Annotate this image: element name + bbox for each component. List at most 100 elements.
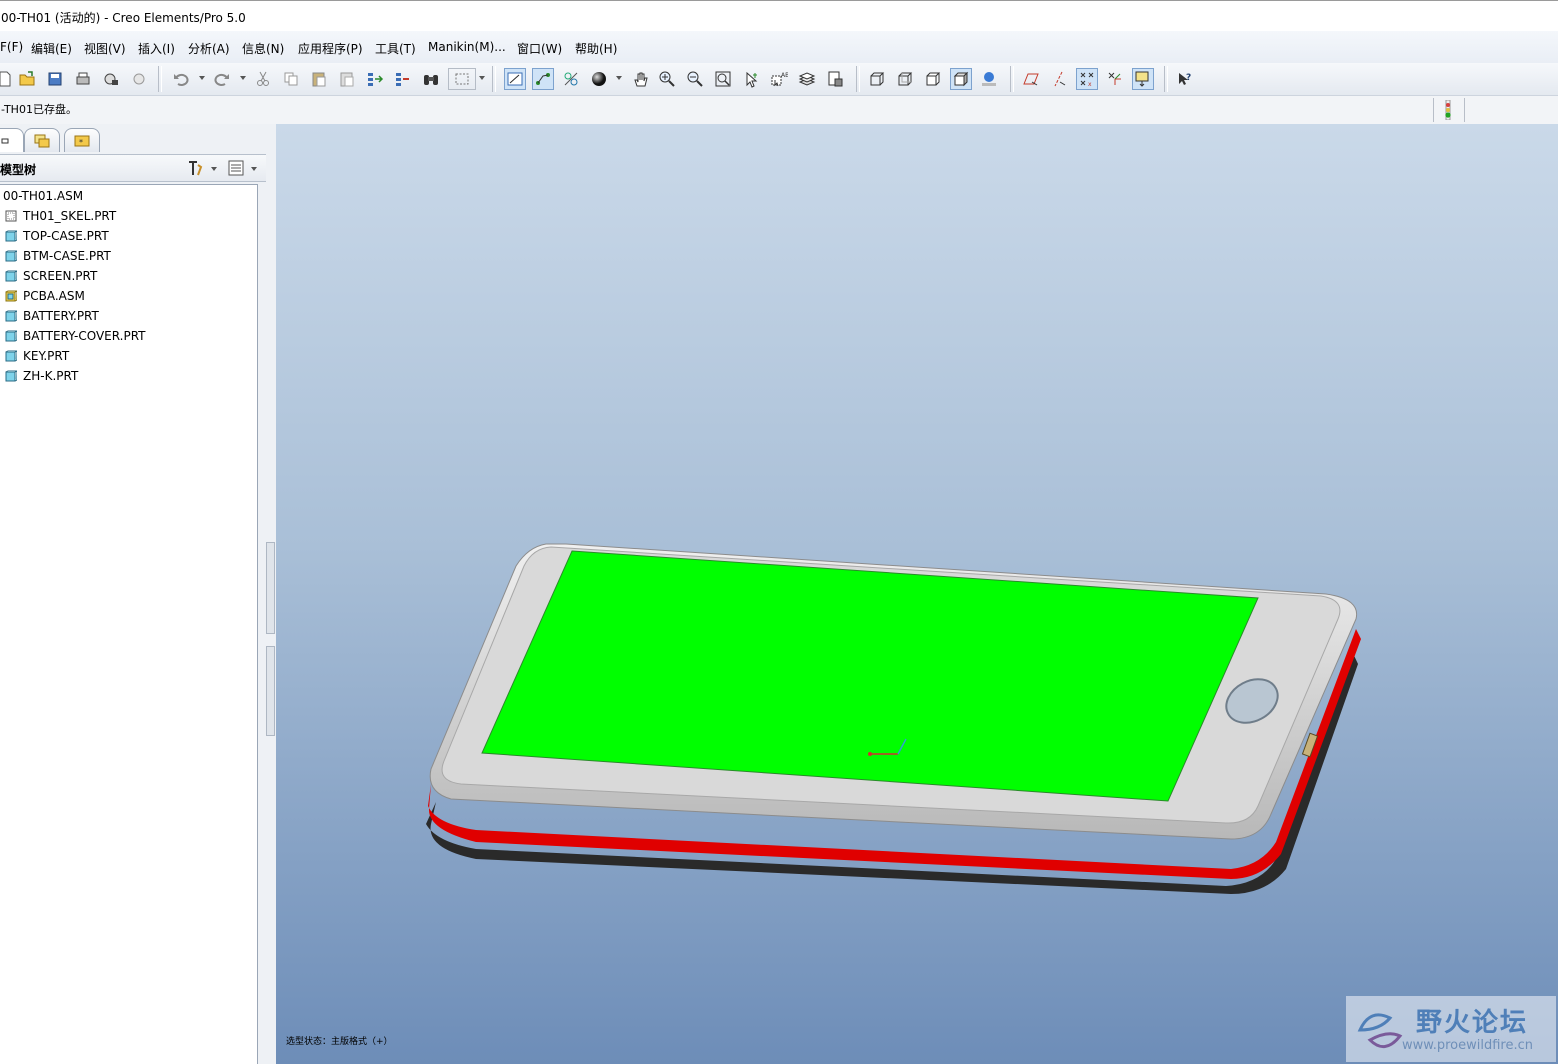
forum-logo-icon (1357, 1013, 1403, 1048)
watermark-title: 野火论坛 (1416, 1008, 1529, 1038)
svg-text:?: ? (1186, 73, 1191, 83)
tree-settings-icon[interactable] (186, 159, 208, 177)
svg-text:AB: AB (781, 72, 788, 79)
watermark-url: www.proewildfire.cn (1402, 1038, 1533, 1053)
datum-curve-icon[interactable] (532, 68, 554, 90)
layers-icon[interactable] (796, 68, 818, 90)
hidden-line-icon[interactable] (894, 68, 916, 90)
undo-icon[interactable] (170, 68, 192, 90)
tab-folder-browser[interactable] (24, 128, 60, 152)
email-attach-icon[interactable] (128, 68, 150, 90)
part-icon (5, 370, 17, 382)
datum-display-icon[interactable] (560, 68, 582, 90)
menu-edit[interactable]: 编辑(E) (31, 40, 72, 57)
model-tree-title: 模型树 (0, 163, 37, 177)
no-hidden-icon[interactable] (922, 68, 944, 90)
model-view (426, 543, 1361, 894)
paste-special-icon[interactable] (336, 68, 358, 90)
navigator-tabs: * (0, 124, 276, 154)
part-icon (5, 270, 17, 282)
regenerate-manager-icon[interactable] (392, 68, 414, 90)
folder-stack-icon (34, 134, 50, 147)
shading-sphere-icon[interactable] (588, 68, 610, 90)
tree-item[interactable]: KEY.PRT (0, 346, 256, 366)
menu-applications[interactable]: 应用程序(P) (298, 40, 363, 57)
part-icon (5, 250, 17, 262)
email-lock-icon[interactable] (100, 68, 122, 90)
copy-icon[interactable] (280, 68, 302, 90)
menu-help[interactable]: 帮助(H) (575, 40, 617, 57)
view-manager-icon[interactable] (824, 68, 846, 90)
assembly-icon (5, 290, 17, 302)
context-help-icon[interactable]: ? (1174, 68, 1196, 90)
paste-icon[interactable] (308, 68, 330, 90)
menu-analysis[interactable]: 分析(A) (188, 40, 230, 57)
reorient-icon[interactable] (740, 68, 762, 90)
title-bar: 00-TH01 (活动的) - Creo Elements/Pro 5.0 (0, 0, 1558, 31)
menu-manikin[interactable]: Manikin(M)... (428, 40, 506, 54)
tree-item[interactable]: BTM-CASE.PRT (0, 246, 256, 266)
part-icon (5, 230, 17, 242)
navigator-sash-lower[interactable] (266, 646, 275, 736)
part-icon (5, 350, 17, 362)
tree-item-label: TOP-CASE.PRT (23, 229, 109, 243)
selection-filter-icon[interactable] (448, 68, 476, 90)
annotation-display-icon[interactable] (1132, 68, 1154, 90)
tab-favorites[interactable]: * (64, 128, 100, 152)
regeneration-status-icon[interactable] (1442, 99, 1454, 121)
tab-model-tree[interactable] (0, 128, 24, 152)
csys-display-icon[interactable] (1104, 68, 1126, 90)
save-icon[interactable] (44, 68, 66, 90)
model-tree-header: 模型树 (0, 154, 266, 182)
tree-item[interactable]: TH01_SKEL.PRT (0, 206, 256, 226)
find-binoculars-icon[interactable] (420, 68, 442, 90)
tree-item[interactable]: PCBA.ASM (0, 286, 256, 306)
tree-columns-icon[interactable] (227, 159, 249, 177)
shading-icon[interactable] (950, 68, 972, 90)
datum-plane-icon[interactable] (1020, 68, 1042, 90)
zoom-out-icon[interactable] (684, 68, 706, 90)
enhanced-realism-icon[interactable] (978, 68, 1000, 90)
menu-bar: F(F) 编辑(E) 视图(V) 插入(I) 分析(A) 信息(N) 应用程序(… (0, 31, 1558, 63)
datum-axis-icon[interactable] (1048, 68, 1070, 90)
message-area: -TH01已存盘。 (0, 96, 1558, 125)
print-icon[interactable] (72, 68, 94, 90)
menu-insert[interactable]: 插入(I) (138, 40, 175, 57)
menu-info[interactable]: 信息(N) (242, 40, 284, 57)
tree-item-label: PCBA.ASM (23, 289, 85, 303)
view-status-text: 选型状态：主版格式（+） (286, 1037, 393, 1047)
tree-item[interactable]: BATTERY.PRT (0, 306, 256, 326)
new-icon[interactable] (0, 68, 16, 90)
cut-icon[interactable] (252, 68, 274, 90)
open-folder-icon[interactable] (16, 68, 38, 90)
tree-item-label: SCREEN.PRT (23, 269, 98, 283)
saved-views-icon[interactable]: AB (768, 68, 790, 90)
tree-item-label: ZH-K.PRT (23, 369, 79, 383)
tree-item[interactable]: BATTERY-COVER.PRT (0, 326, 256, 346)
tree-item-label: KEY.PRT (23, 349, 70, 363)
watermark: 野火论坛 www.proewildfire.cn (1346, 996, 1556, 1062)
csys-origin (868, 752, 872, 756)
menu-file[interactable]: F(F) (0, 40, 23, 54)
tree-item[interactable]: TOP-CASE.PRT (0, 226, 256, 246)
navigator-sash-upper[interactable] (266, 542, 275, 634)
datum-point-icon[interactable]: x (1076, 68, 1098, 90)
menu-view[interactable]: 视图(V) (84, 40, 126, 57)
part-icon (5, 310, 17, 322)
redo-icon[interactable] (211, 68, 233, 90)
pan-hand-icon[interactable] (630, 68, 652, 90)
svg-text:*: * (79, 138, 83, 147)
tree-item[interactable]: SCREEN.PRT (0, 266, 256, 286)
tree-item[interactable]: ZH-K.PRT (0, 366, 256, 386)
zoom-in-icon[interactable] (656, 68, 678, 90)
navigator-panel: * 模型树 00-TH01.ASM TH01_SKEL.PRT TOP-CASE… (0, 124, 276, 1064)
main-toolbar: AB x ? (0, 63, 1558, 96)
menu-window[interactable]: 窗口(W) (517, 40, 562, 57)
graphics-window[interactable]: 选型状态：主版格式（+） 野火论坛 www.proewildfire.cn (276, 124, 1558, 1064)
refit-icon[interactable] (712, 68, 734, 90)
regenerate-icon[interactable] (364, 68, 386, 90)
wireframe-icon[interactable] (866, 68, 888, 90)
sketch-view-icon[interactable] (504, 68, 526, 90)
menu-tools[interactable]: 工具(T) (375, 40, 416, 57)
tree-root[interactable]: 00-TH01.ASM (0, 186, 256, 206)
